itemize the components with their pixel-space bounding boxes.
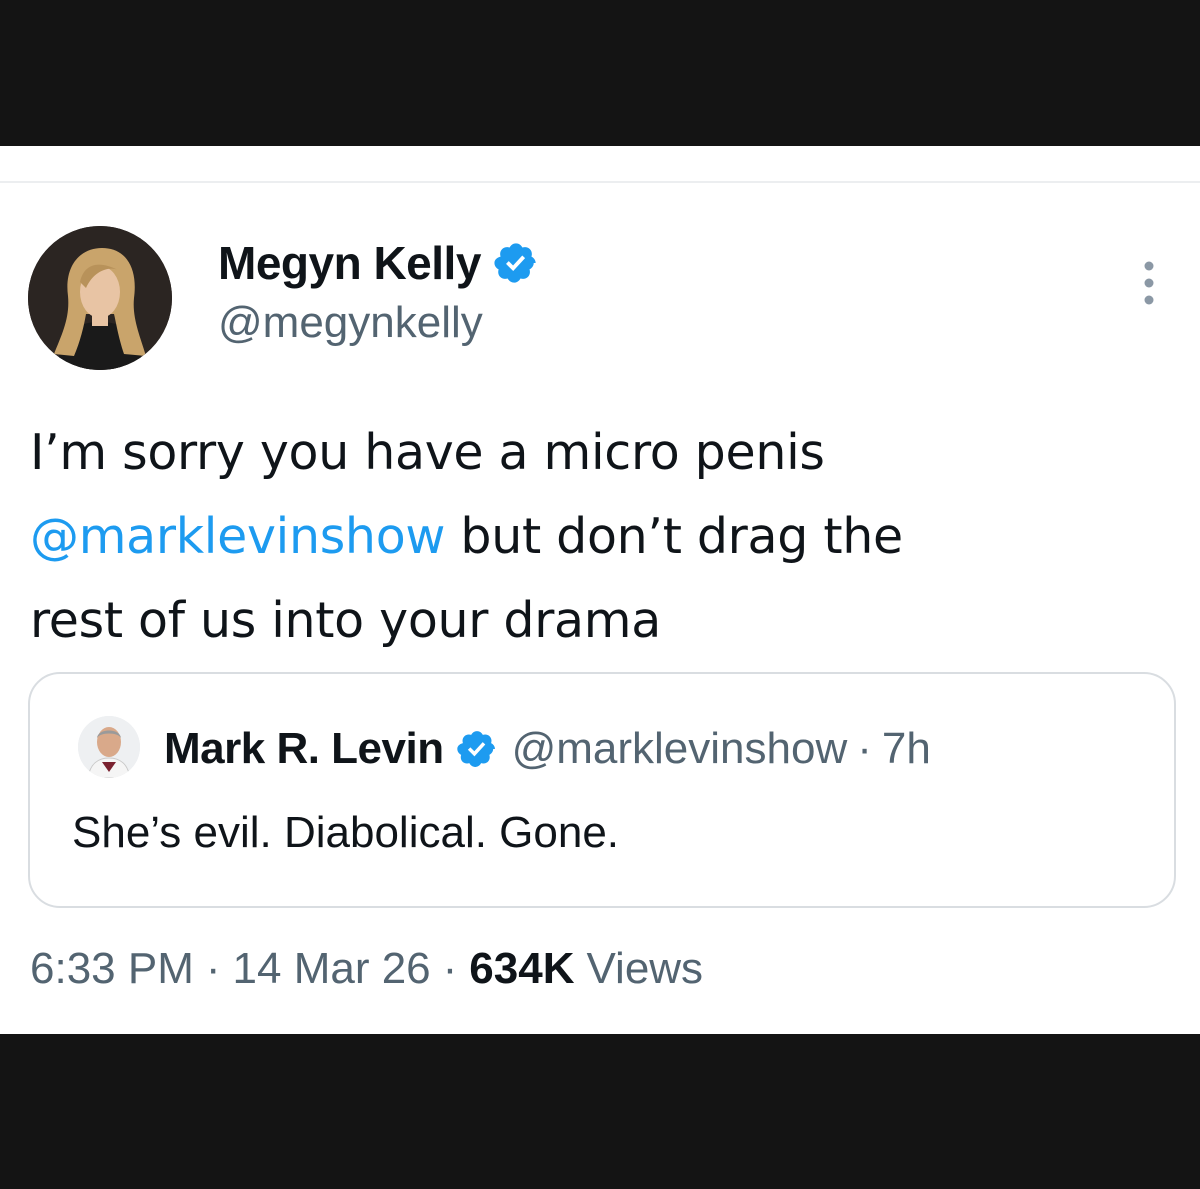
verified-badge-icon (493, 240, 539, 286)
bottom-black-bar (0, 1034, 1200, 1189)
quoted-author-avatar[interactable] (78, 716, 140, 778)
quoted-tweet[interactable]: Mark R. Levin @marklevinshow · 7h She’s … (28, 672, 1176, 908)
author-handle[interactable]: @megynkelly (218, 298, 483, 348)
meta-separator: · (205, 944, 221, 993)
quoted-header-row: Mark R. Levin @marklevinshow · 7h (164, 724, 931, 774)
tweet-text-line2: but don’t drag the (445, 508, 903, 565)
quoted-separator: · (857, 724, 872, 773)
tweet-text: I’m sorry you have a micro penis @marklev… (30, 411, 1170, 663)
tweet-time[interactable]: 6:33 PM (30, 944, 194, 994)
tweet-date[interactable]: 14 Mar 26 (233, 944, 431, 994)
tweet-text-line1: I’m sorry you have a micro penis (30, 424, 825, 481)
author-name[interactable]: Megyn Kelly (218, 236, 481, 290)
views-count[interactable]: 634K (469, 944, 574, 994)
author-avatar[interactable] (28, 226, 172, 370)
author-name-row: Megyn Kelly (218, 236, 539, 290)
top-black-bar (0, 0, 1200, 146)
divider (0, 181, 1200, 183)
tweet-card: Megyn Kelly @megynkelly I’m sorry you ha… (0, 146, 1200, 1034)
quoted-timestamp[interactable]: 7h (882, 724, 931, 774)
more-options-icon[interactable] (1136, 258, 1162, 308)
mention-link[interactable]: @marklevinshow (30, 508, 445, 565)
quoted-author-handle[interactable]: @marklevinshow (512, 724, 848, 774)
tweet-text-line3: rest of us into your drama (30, 592, 661, 649)
views-label: Views (586, 944, 704, 993)
meta-separator: · (442, 944, 458, 993)
quoted-verified-badge-icon (456, 728, 498, 770)
tweet-meta: 6:33 PM · 14 Mar 26 · 634K Views (30, 944, 703, 994)
quoted-author-name[interactable]: Mark R. Levin (164, 724, 444, 774)
quoted-tweet-text: She’s evil. Diabolical. Gone. (72, 808, 620, 857)
